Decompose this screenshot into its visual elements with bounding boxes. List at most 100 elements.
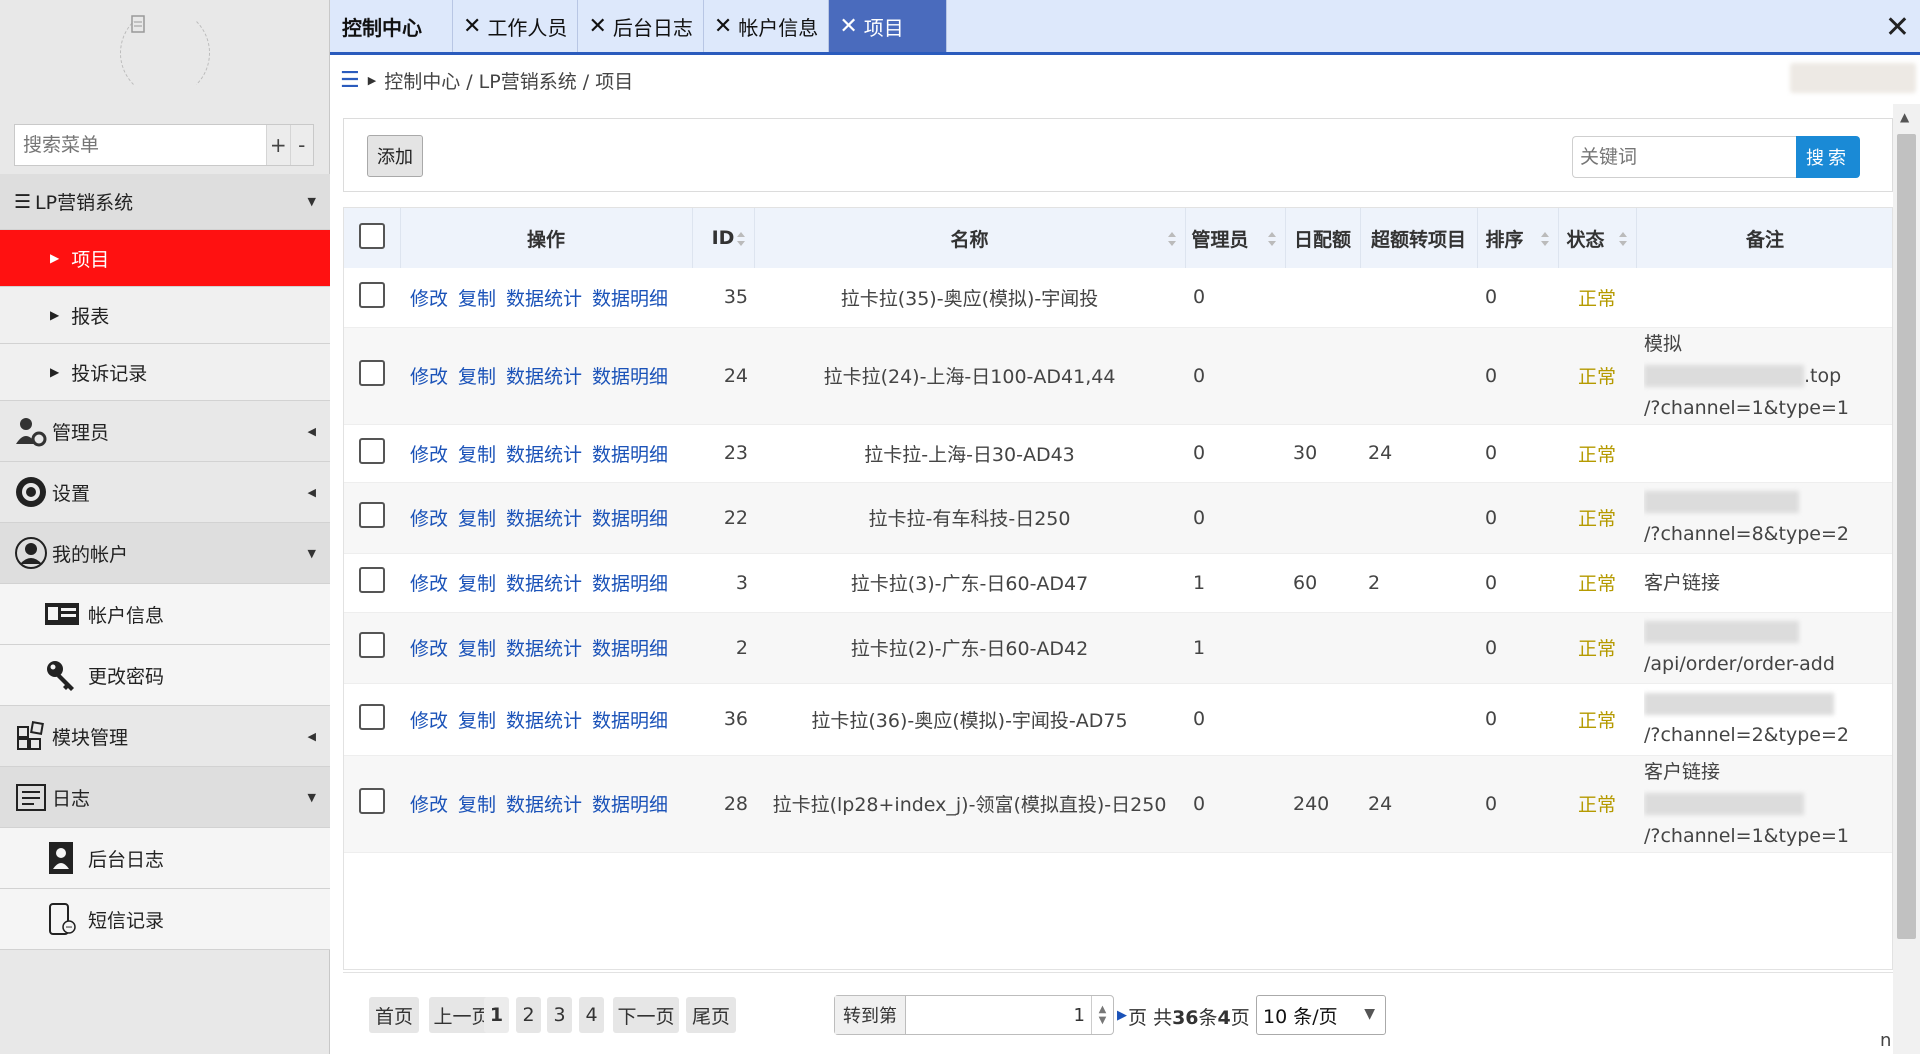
edit-link[interactable]: 修改 — [410, 794, 448, 816]
row-checkbox[interactable] — [359, 567, 385, 593]
edit-link[interactable]: 修改 — [410, 508, 448, 530]
sidebar-item-sms-log[interactable]: 短信记录 — [0, 889, 330, 950]
sort-icon[interactable] — [736, 231, 746, 247]
row-checkbox[interactable] — [359, 703, 385, 730]
goto-go-icon[interactable]: ▶ — [1117, 1008, 1127, 1023]
row-checkbox[interactable] — [359, 437, 385, 464]
stats-link[interactable]: 数据统计 — [506, 573, 582, 595]
sort-icon[interactable] — [1540, 231, 1550, 247]
copy-link[interactable]: 复制 — [458, 573, 496, 595]
stats-link[interactable]: 数据统计 — [506, 638, 582, 660]
stats-link[interactable]: 数据统计 — [506, 710, 582, 732]
detail-link[interactable]: 数据明细 — [592, 508, 668, 530]
chevron-down-icon[interactable]: ▼ — [1099, 1015, 1107, 1026]
table-row: 修改 复制 数据统计 数据明细 35 拉卡拉(35)-奥应(模拟)-宇闻投 0 0 正常 — [344, 268, 1892, 328]
stats-link[interactable]: 数据统计 — [506, 444, 582, 466]
header-name[interactable]: 名称 — [754, 208, 1186, 268]
goto-page-input[interactable]: 1 — [906, 1005, 1091, 1026]
stats-link[interactable]: 数据统计 — [506, 794, 582, 816]
tab-project[interactable]: ✕ 项目 — [829, 0, 948, 52]
edit-link[interactable]: 修改 — [410, 288, 448, 310]
search-button[interactable]: 搜索 — [1796, 136, 1860, 178]
page-stepper[interactable]: ▲ ▼ — [1091, 996, 1113, 1034]
detail-link[interactable]: 数据明细 — [592, 444, 668, 466]
total-pages: 4 — [1217, 1007, 1231, 1029]
copy-link[interactable]: 复制 — [458, 508, 496, 530]
scrollbar-thumb[interactable] — [1897, 134, 1916, 939]
copy-link[interactable]: 复制 — [458, 444, 496, 466]
tab-staff[interactable]: ✕ 工作人员 — [453, 0, 579, 52]
stats-link[interactable]: 数据统计 — [506, 366, 582, 388]
sidebar-item-change-password[interactable]: 更改密码 — [0, 645, 330, 706]
tab-home[interactable]: 控制中心 — [330, 0, 453, 52]
edit-link[interactable]: 修改 — [410, 710, 448, 732]
menu-search-input[interactable] — [15, 125, 266, 165]
copy-link[interactable]: 复制 — [458, 794, 496, 816]
select-all-checkbox[interactable] — [358, 222, 385, 249]
header-admin[interactable]: 管理员 — [1185, 208, 1286, 268]
detail-link[interactable]: 数据明细 — [592, 710, 668, 732]
chevron-up-icon[interactable]: ▲ — [1099, 1004, 1107, 1015]
copy-link[interactable]: 复制 — [458, 288, 496, 310]
page-4-button[interactable]: 4 — [579, 997, 604, 1033]
sidebar-item-project[interactable]: ▶ 项目 — [0, 230, 330, 287]
row-checkbox[interactable] — [359, 281, 385, 308]
header-sort[interactable]: 排序 — [1477, 208, 1559, 268]
sidebar-item-lp[interactable]: ☰ LP营销系统 ▼ — [0, 174, 330, 230]
scroll-up-icon[interactable]: ▲ — [1900, 110, 1909, 124]
sort-icon[interactable] — [1267, 231, 1277, 247]
row-checkbox[interactable] — [359, 632, 385, 658]
detail-link[interactable]: 数据明细 — [592, 794, 668, 816]
copy-link[interactable]: 复制 — [458, 638, 496, 660]
sidebar-item-account-info[interactable]: 帐户信息 — [0, 584, 330, 645]
copy-link[interactable]: 复制 — [458, 710, 496, 732]
detail-link[interactable]: 数据明细 — [592, 638, 668, 660]
keyword-input[interactable] — [1572, 136, 1796, 178]
sidebar-item-complaint[interactable]: ▶ 投诉记录 — [0, 344, 330, 401]
note-line — [1644, 687, 1886, 719]
page-2-button[interactable]: 2 — [516, 997, 541, 1033]
sidebar-item-backend-log[interactable]: 后台日志 — [0, 828, 330, 889]
close-all-tabs-button[interactable]: ✕ — [1885, 10, 1910, 45]
row-checkbox[interactable] — [359, 502, 385, 528]
menu-toggle-icon[interactable]: ☰ — [340, 68, 360, 93]
detail-link[interactable]: 数据明细 — [592, 288, 668, 310]
edit-link[interactable]: 修改 — [410, 366, 448, 388]
page-size-select[interactable]: 10 条/页 ▼ — [1256, 995, 1386, 1035]
close-icon[interactable]: ✕ — [463, 14, 481, 39]
page-1-button[interactable]: 1 — [484, 997, 509, 1033]
detail-link[interactable]: 数据明细 — [592, 366, 668, 388]
row-checkbox[interactable] — [359, 788, 385, 814]
tab-backend-log[interactable]: ✕ 后台日志 — [578, 0, 704, 52]
sidebar-item-settings[interactable]: 设置 ◀ — [0, 462, 330, 523]
header-id[interactable]: ID — [692, 208, 755, 268]
row-checkbox[interactable] — [359, 360, 385, 386]
sidebar-item-myaccount[interactable]: 我的帐户 ▼ — [0, 523, 330, 584]
sidebar-item-modules[interactable]: 模块管理 ◀ — [0, 706, 330, 767]
sort-icon[interactable] — [1167, 231, 1177, 247]
copy-link[interactable]: 复制 — [458, 366, 496, 388]
edit-link[interactable]: 修改 — [410, 573, 448, 595]
edit-link[interactable]: 修改 — [410, 444, 448, 466]
expand-all-button[interactable]: + — [266, 125, 290, 165]
tab-account-info[interactable]: ✕ 帐户信息 — [704, 0, 830, 52]
detail-link[interactable]: 数据明细 — [592, 573, 668, 595]
edit-link[interactable]: 修改 — [410, 638, 448, 660]
header-status[interactable]: 状态 — [1558, 208, 1637, 268]
page-last-button[interactable]: 尾页 — [686, 997, 736, 1033]
sidebar-item-report[interactable]: ▶ 报表 — [0, 287, 330, 344]
sidebar-item-admin[interactable]: 管理员 ◀ — [0, 401, 330, 462]
sort-icon[interactable] — [1618, 231, 1628, 247]
page-next-button[interactable]: 下一页 — [613, 997, 679, 1033]
page-3-button[interactable]: 3 — [547, 997, 572, 1033]
close-icon[interactable]: ✕ — [588, 14, 606, 39]
sidebar-item-log[interactable]: 日志 ▼ — [0, 767, 330, 828]
vertical-scrollbar[interactable]: ▲ — [1893, 104, 1920, 1054]
page-first-button[interactable]: 首页 — [369, 997, 419, 1033]
stats-link[interactable]: 数据统计 — [506, 288, 582, 310]
close-icon[interactable]: ✕ — [839, 14, 857, 39]
close-icon[interactable]: ✕ — [714, 14, 732, 39]
stats-link[interactable]: 数据统计 — [506, 508, 582, 530]
add-button[interactable]: 添加 — [367, 135, 423, 177]
collapse-all-button[interactable]: - — [289, 125, 313, 165]
